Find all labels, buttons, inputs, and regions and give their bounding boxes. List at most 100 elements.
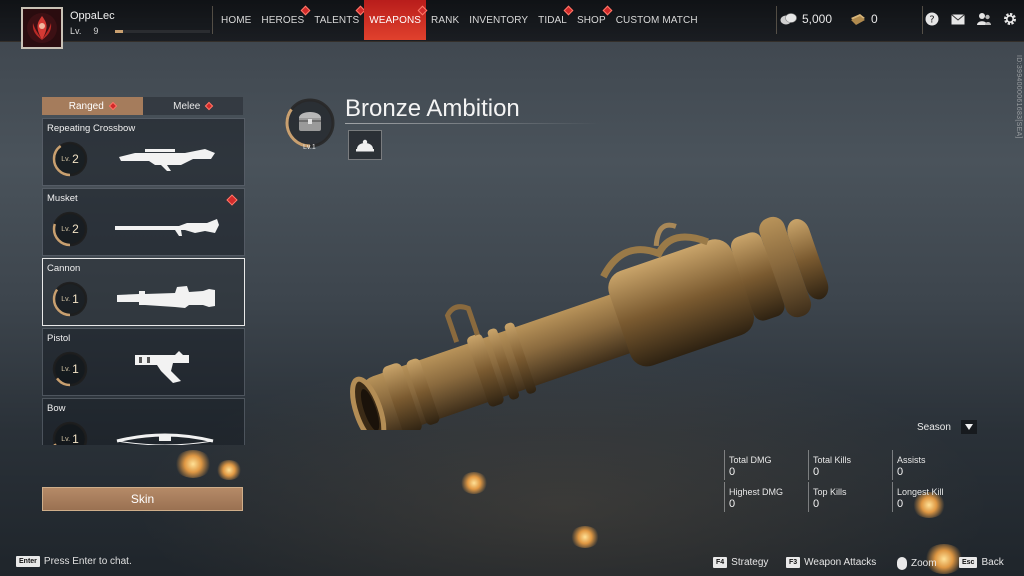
stat-label: Top Kills [813,487,847,497]
settings-icon[interactable] [1002,11,1018,27]
hotkey-label: Weapon Attacks [804,557,877,568]
stat-label: Longest Kill [897,487,944,497]
player-avatar[interactable] [21,7,63,49]
chest-icon [299,112,321,131]
tab-ranged[interactable]: Ranged [42,97,143,115]
friends-icon[interactable] [976,11,992,27]
top-bar: OppaLec Lv. 9 HOME HEROES TALENTS WEAPONS RAN… [0,0,1024,49]
nav-item-home[interactable]: HOME [216,0,256,40]
nav-item-talents[interactable]: TALENTS [309,0,366,40]
nav-item-shop[interactable]: SHOP [572,0,613,40]
stat-total-kills: Total Kills 0 [808,450,892,480]
ticket-icon [851,14,865,25]
nav-item-inventory[interactable]: INVENTORY [464,0,533,40]
weapon-level-label: Lv. [61,365,71,373]
stat-label: Total DMG [729,455,772,465]
weapon-name: Bow [47,403,66,414]
hotkey-key: Esc [959,557,978,568]
cannon-icon [117,286,215,308]
weapon-card-bow[interactable]: Bow Lv. 1 [42,398,245,445]
weapon-level-ring: Lv. 1 [51,420,89,445]
nav-divider [922,6,923,34]
mail-icon[interactable] [950,11,966,27]
weapon-card-musket[interactable]: Musket Lv. 2 [42,188,245,256]
bow-icon [116,433,214,445]
alert-icon [205,101,214,111]
weapon-name: Cannon [47,263,81,274]
svg-text:?: ? [929,15,934,26]
weapon-level-label: Lv. [61,435,71,443]
floating-lantern [174,450,212,478]
weapon-class-icon[interactable] [348,130,382,160]
nav-divider [776,6,777,34]
nav-item-heroes[interactable]: HEROES [256,0,311,40]
season-filter[interactable]: Season [917,420,977,434]
weapon-card-pistol[interactable]: Pistol Lv. 1 [42,328,245,396]
hotkey-key: F4 [713,557,728,568]
stat-label: Assists [897,455,926,465]
weapon-level-ring: Lv. 1 [51,280,89,318]
hotkey-bar: F4 Strategy F3 Weapon Attacks Zoom Esc Back [0,557,1024,571]
weapon-card-cannon[interactable]: Cannon Lv. 1 [42,258,245,326]
stat-value: 0 [729,498,736,510]
hotkey-key: F3 [786,557,801,568]
weapon-level-ring [285,98,335,148]
alert-icon [226,194,238,206]
xp-bar [115,30,210,33]
weapon-title: Bronze Ambition [345,95,520,122]
nav-item-custom-match[interactable]: CUSTOM MATCH [611,0,703,40]
hotkey-label: Strategy [731,557,769,568]
weapon-level-value: 2 [72,152,79,166]
ticket-balance[interactable]: 0 [850,12,878,26]
weapon-level-value: 1 [72,432,79,445]
weapon-level: Lv. 2 [51,210,89,248]
stat-value: 0 [813,498,820,510]
musket-icon [115,219,219,236]
weapon-card-repeating-crossbow[interactable]: Repeating Crossbow Lv. 2 [42,118,245,186]
floating-lantern [460,472,488,494]
player-id-tag: ID:3994000061683[SEA] [1015,55,1022,139]
weapon-level-ring: Lv. 1 [51,350,89,388]
hotkey-strategy[interactable]: F4 Strategy [713,557,768,568]
weapon-level-label: Lv. [61,295,71,303]
guild-emblem-icon [27,13,57,43]
hotkey-zoom[interactable]: Zoom [897,557,937,570]
help-icon[interactable]: ? [924,11,940,27]
hotkey-weapon-attacks[interactable]: F3 Weapon Attacks [786,557,876,568]
stat-label: Total Kills [813,455,852,465]
player-level-label: Lv. [70,26,82,36]
chevron-down-icon [964,424,973,430]
hotkey-back[interactable]: Esc Back [959,557,1004,568]
pistol-icon [135,351,189,383]
nav-item-weapons[interactable]: WEAPONS [364,0,428,40]
weapon-level: Lv. 1 [51,420,89,445]
floating-lantern [570,526,600,548]
weapon-name: Musket [47,193,78,204]
weapon-level-label: Lv. [61,155,71,163]
stat-value: 0 [897,498,904,510]
nav-item-label: HOME [221,14,252,26]
weapon-name: Pistol [47,333,71,344]
mouse-icon [897,557,907,570]
nav-item-label: CUSTOM MATCH [615,14,698,26]
nav-item-label: SHOP [576,14,606,26]
stat-assists: Assists 0 [892,450,976,480]
nav-item-tidal[interactable]: TIDAL [533,0,574,40]
stat-value: 0 [813,466,820,478]
floating-lantern [216,460,242,480]
tab-melee[interactable]: Melee [142,97,243,115]
coin-balance[interactable]: 5,000 [780,12,832,26]
tab-melee-label: Melee [173,100,201,112]
stat-label: Highest DMG [729,487,784,497]
nav-item-label: RANK [431,14,460,26]
season-dropdown[interactable] [960,420,977,434]
stat-highest-dmg: Highest DMG 0 [724,482,808,512]
title-divider [345,123,600,124]
weapon-list[interactable]: Repeating Crossbow Lv. 2 Musket Lv. 2 Cannon Lv… [42,118,245,445]
weapon-preview-image[interactable] [320,200,860,430]
nav-item-rank[interactable]: RANK [426,0,464,40]
stat-value: 0 [729,466,736,478]
weapon-level-label: Lv. [61,225,71,233]
skin-button[interactable]: Skin [42,487,243,511]
weapon-detail-level: Lv.1 [303,144,316,151]
